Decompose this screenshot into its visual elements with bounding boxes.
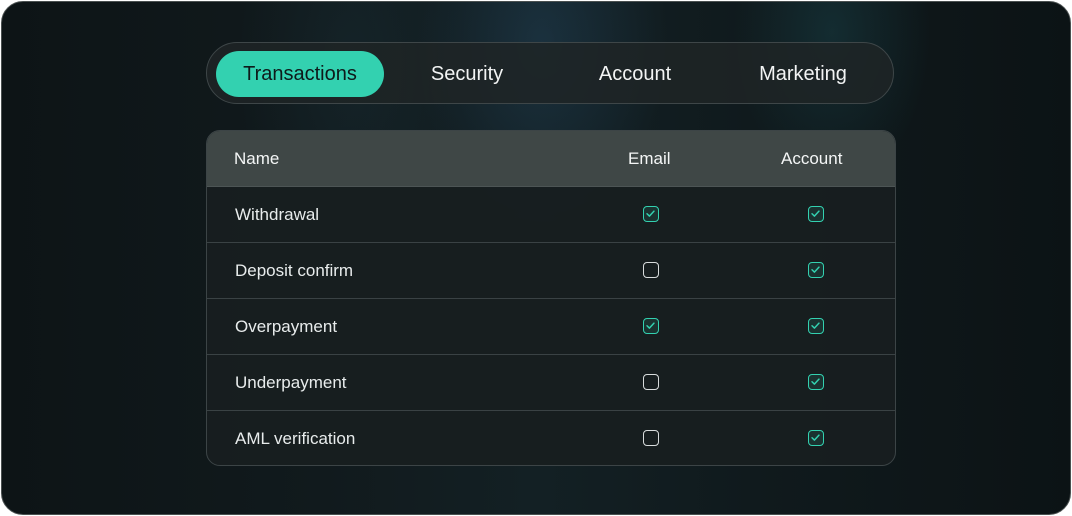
table-row: Deposit confirm (207, 243, 895, 299)
email-checkbox[interactable] (643, 262, 659, 278)
tab-transactions[interactable]: Transactions (216, 51, 384, 97)
tab-account[interactable]: Account (555, 51, 715, 97)
row-name: Underpayment (235, 373, 347, 392)
account-checkbox[interactable] (808, 262, 824, 278)
tab-security[interactable]: Security (387, 51, 547, 97)
account-checkbox[interactable] (808, 318, 824, 334)
table-header: Name Email Account (207, 131, 895, 187)
account-checkbox[interactable] (808, 374, 824, 390)
table-row: AML verification (207, 411, 895, 465)
notification-settings-panel: Transactions Security Account Marketing … (1, 1, 1071, 515)
row-name: AML verification (235, 429, 356, 448)
row-name: Deposit confirm (235, 261, 354, 280)
row-name: Withdrawal (235, 205, 320, 224)
column-header-name: Name (234, 149, 280, 168)
column-header-email: Email (628, 149, 671, 168)
email-checkbox[interactable] (643, 374, 659, 390)
row-name: Overpayment (235, 317, 338, 336)
tab-marketing[interactable]: Marketing (723, 51, 883, 97)
category-tabs: Transactions Security Account Marketing (206, 42, 894, 104)
account-checkbox[interactable] (808, 206, 824, 222)
notifications-table: Name Email Account Withdrawal Deposit con… (206, 130, 896, 466)
email-checkbox[interactable] (643, 318, 659, 334)
email-checkbox[interactable] (643, 430, 659, 446)
table-row: Underpayment (207, 355, 895, 411)
table-row: Withdrawal (207, 187, 895, 243)
account-checkbox[interactable] (808, 430, 824, 446)
table-row: Overpayment (207, 299, 895, 355)
email-checkbox[interactable] (643, 206, 659, 222)
column-header-account: Account (781, 149, 843, 168)
